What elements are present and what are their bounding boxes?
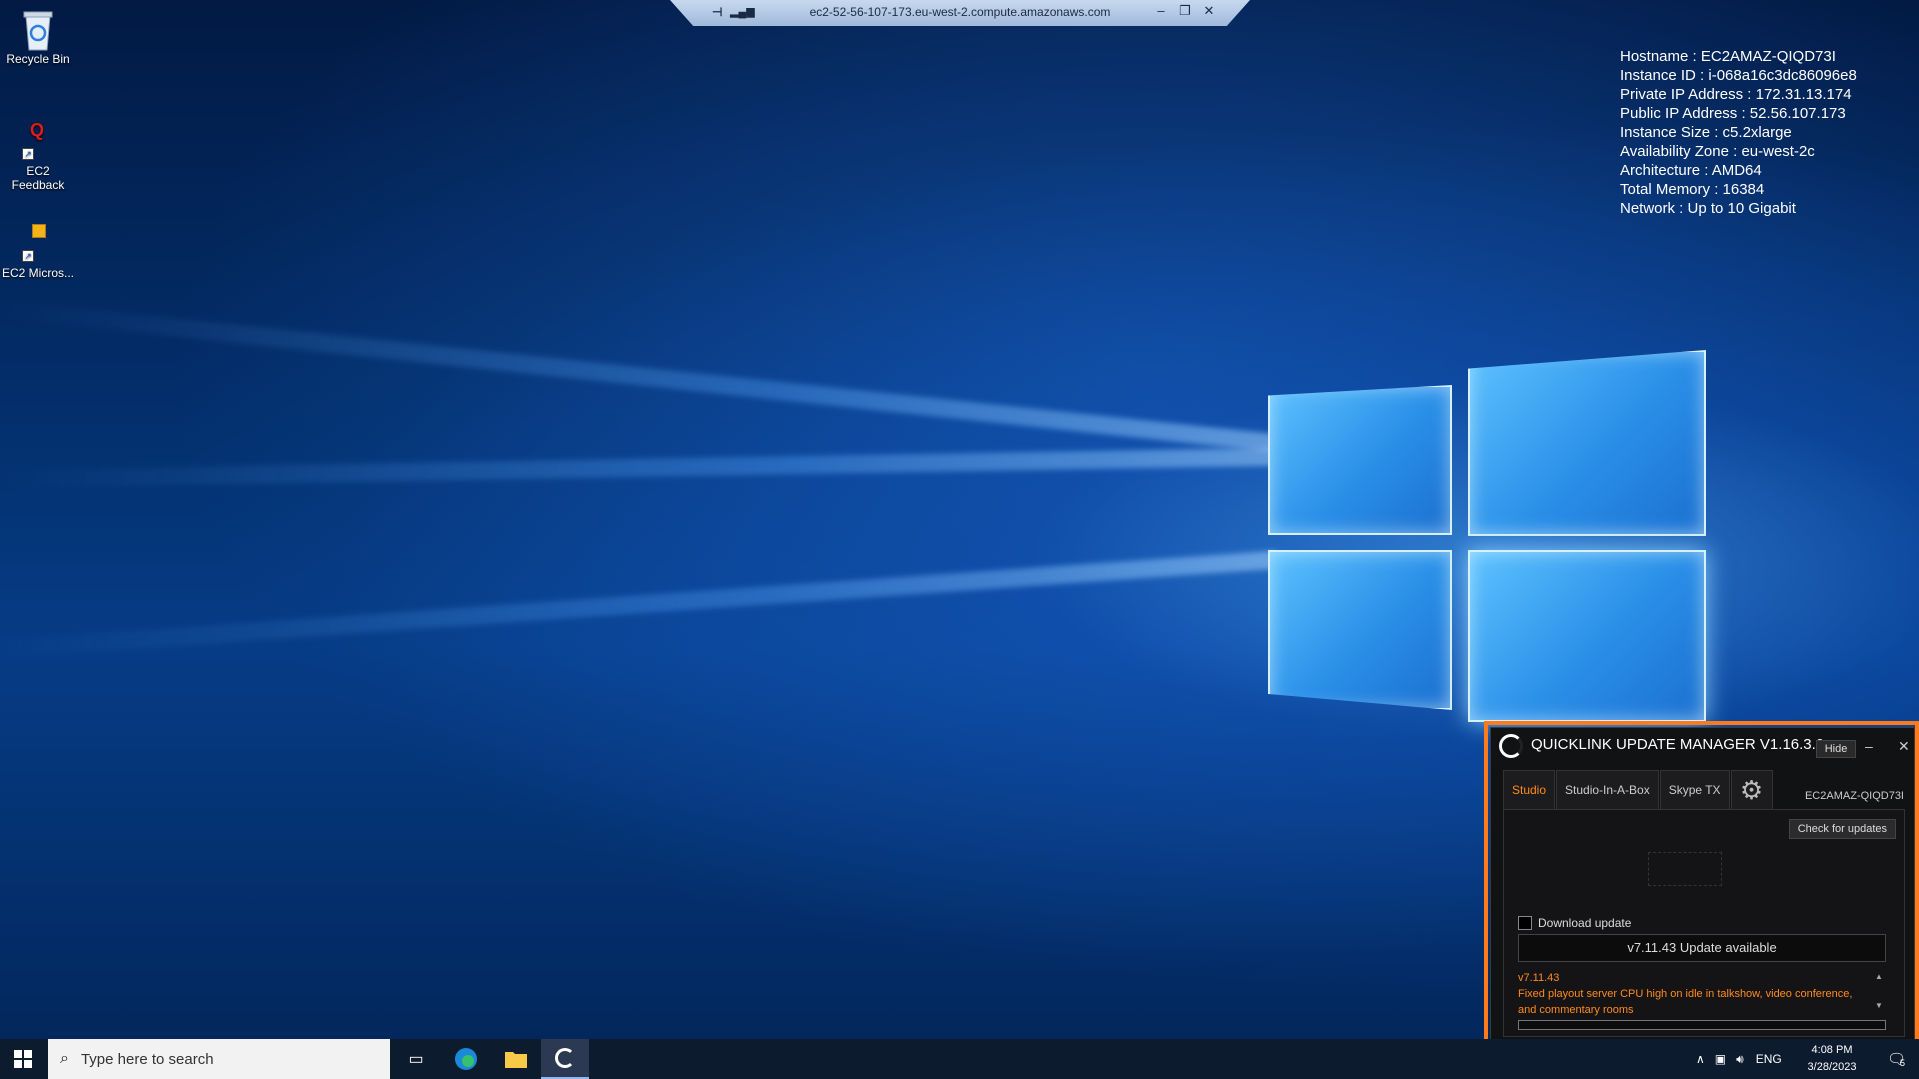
language-indicator[interactable]: ENG [1756,1052,1782,1066]
system-tray: ∧ ▣ 🔊︎ ENG [1696,1039,1782,1079]
release-notes: v7.11.43 Fixed playout server CPU high o… [1518,970,1868,1018]
desktop-icon-label: EC2 Micros... [1,266,74,280]
tab-studio[interactable]: Studio [1503,770,1556,810]
volume-icon[interactable]: 🔊︎ [1736,1052,1744,1067]
desktop-icon-recycle-bin[interactable]: Recycle Bin [0,8,76,66]
quicklink-icon[interactable] [541,1039,589,1079]
action-center-button[interactable]: 🗨︎ 5 [1876,1039,1916,1079]
edge-icon[interactable] [442,1039,490,1079]
sysinfo-architecture: Architecture : AMD64 [1620,162,1762,179]
download-update-option[interactable]: Download update [1518,916,1631,930]
sysinfo-instance-size: Instance Size : c5.2xlarge [1620,124,1792,141]
minimize-button[interactable]: – [1865,738,1873,754]
download-update-label: Download update [1538,916,1632,930]
hostname-label: EC2AMAZ-QIQD73I [1804,790,1904,802]
windows-start-icon [14,1050,32,1068]
quicklink-q-icon: Q ↗ [18,120,58,160]
network-icon[interactable]: ▣ [1715,1052,1726,1066]
sysinfo-instance-id: Instance ID : i-068a16c3dc86096e8 [1620,67,1857,84]
sysinfo-hostname: Hostname : EC2AMAZ-QIQD73I [1620,48,1836,65]
rdp-close-button[interactable]: ✕ [1200,3,1218,19]
wallpaper-light-beam [0,447,1300,488]
download-progress-bar [1518,1020,1886,1030]
scroll-up-arrow-icon[interactable]: ▲ [1872,972,1886,981]
sysinfo-private-ip: Private IP Address : 172.31.13.174 [1620,86,1852,103]
taskbar: ⌕ Type here to search ▭ ∧ ▣ 🔊︎ ENG 4:08 … [0,1039,1919,1079]
check-for-updates-button[interactable]: Check for updates [1788,819,1896,839]
shortcut-arrow-icon: ↗ [22,250,34,262]
search-placeholder: Type here to search [80,1050,214,1068]
studio-tab-panel: Check for updates Download update v7.11.… [1503,809,1905,1037]
rdp-connection-bar[interactable]: ⊣ ▂▄▆ ec2-52-56-107-173.eu-west-2.comput… [670,0,1250,26]
desktop-icon-ec2-feedback[interactable]: Q ↗ EC2 Feedback [0,120,76,192]
start-button[interactable] [0,1039,46,1079]
logo-pane-bottom-right [1468,550,1706,722]
release-notes-scrollbar[interactable]: ▲ ▼ [1872,972,1886,1012]
scroll-down-arrow-icon[interactable]: ▼ [1872,1001,1886,1010]
clock[interactable]: 4:08 PM 3/28/2023 [1798,1042,1866,1076]
notification-count: 5 [1900,1058,1906,1068]
sysinfo-public-ip: Public IP Address : 52.56.107.173 [1620,105,1846,122]
window-title: QUICKLINK UPDATE MANAGER V1.16.3.0 [1531,736,1825,753]
recycle-bin-icon [18,8,58,51]
quicklink-logo-icon [1499,734,1523,758]
close-button[interactable]: ✕ [1898,738,1910,755]
tab-skype-tx[interactable]: Skype TX [1659,770,1730,810]
hide-button[interactable]: Hide [1816,740,1856,758]
desktop-icon-label: EC2 Feedback [11,164,65,192]
release-notes-text: Fixed playout server CPU high on idle in… [1518,988,1853,1016]
release-notes-version: v7.11.43 [1518,972,1560,984]
file-explorer-icon[interactable] [492,1039,540,1079]
rdp-restore-button[interactable]: ❐ [1176,3,1194,19]
desktop-icon-ec2-micros[interactable]: ↗ EC2 Micros... [0,222,76,280]
sysinfo-total-memory: Total Memory : 16384 [1620,181,1765,198]
logo-pane-top-right [1468,350,1706,536]
search-icon: ⌕ [60,1050,69,1067]
empty-placeholder-frame [1648,852,1722,886]
update-status-box: v7.11.43 Update available [1518,934,1886,962]
shortcut-arrow-icon: ↗ [22,148,34,160]
quicklink-update-manager-window: QUICKLINK UPDATE MANAGER V1.16.3.0 Hide … [1490,727,1915,1045]
system-info-overlay: Hostname : EC2AMAZ-QIQD73I Instance ID :… [1620,47,1857,218]
wallpaper-light-beam [0,550,1278,658]
tab-studio-in-a-box[interactable]: Studio-In-A-Box [1556,770,1659,810]
product-tabs: Studio Studio-In-A-Box Skype TX ⚙ [1503,770,1774,810]
sysinfo-network: Network : Up to 10 Gigabit [1620,200,1796,217]
gear-icon[interactable]: ⚙ [1730,770,1773,810]
logo-pane-bottom-left [1268,550,1452,710]
wallpaper-light-beam [0,300,1294,454]
taskbar-search-box[interactable]: ⌕ Type here to search [48,1039,390,1079]
show-hidden-icons-icon[interactable]: ∧ [1696,1052,1705,1066]
download-update-checkbox[interactable] [1518,916,1532,930]
clock-date: 3/28/2023 [1807,1061,1857,1073]
desktop-icon-label: Recycle Bin [6,52,70,66]
sysinfo-availability-zone: Availability Zone : eu-west-2c [1620,143,1815,160]
package-box-icon: ↗ [18,222,58,262]
rdp-minimize-button[interactable]: – [1152,3,1170,18]
task-view-icon[interactable]: ▭ [392,1039,440,1079]
clock-time: 4:08 PM [1811,1044,1853,1056]
logo-pane-top-left [1268,385,1452,535]
